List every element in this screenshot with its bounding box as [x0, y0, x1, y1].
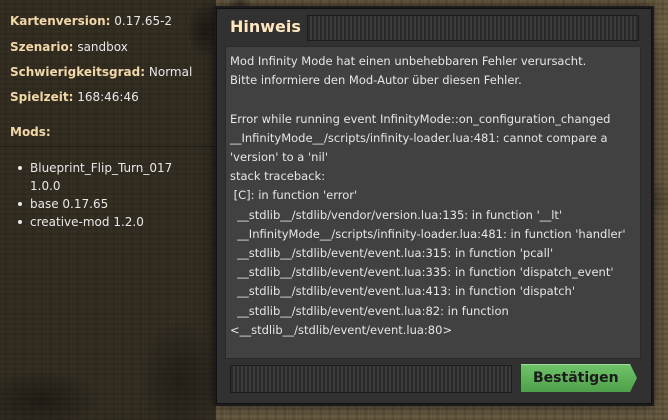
bullet-icon: [18, 220, 22, 224]
mod-list-item: base 0.17.65: [18, 195, 172, 213]
mod-list-item: Blueprint_Flip_Turn_017 1.0.0: [18, 159, 172, 195]
mod-list: Blueprint_Flip_Turn_017 1.0.0 base 0.17.…: [18, 159, 172, 231]
title-drag-handle[interactable]: [307, 15, 639, 41]
dialog-message-area: Mod Infinity Mode hat einen unbehebbaren…: [225, 46, 641, 359]
scenario-row: Szenario: sandbox: [10, 40, 128, 54]
scenario-value: sandbox: [77, 40, 128, 54]
mods-heading: Mods:: [10, 125, 51, 139]
playtime-value: 168:46:46: [77, 90, 139, 104]
difficulty-row: Schwierigkeitsgrad: Normal: [10, 65, 192, 79]
mod-list-item: creative-mod 1.2.0: [18, 213, 172, 231]
map-version-label: Kartenversion:: [10, 14, 111, 28]
mod-name: creative-mod 1.2.0: [30, 215, 144, 229]
bullet-icon: [18, 166, 22, 170]
dialog-title: Hinweis: [230, 17, 301, 36]
scenario-label: Szenario:: [10, 40, 74, 54]
save-info-panel: Kartenversion: 0.17.65-2 Szenario: sandb…: [0, 0, 216, 420]
error-message-text: Mod Infinity Mode hat einen unbehebbaren…: [230, 54, 626, 337]
map-version-row: Kartenversion: 0.17.65-2: [10, 14, 172, 28]
playtime-row: Spielzeit: 168:46:46: [10, 90, 139, 104]
bullet-icon: [18, 202, 22, 206]
mod-version: 1.0.0: [30, 179, 61, 193]
mod-name: base 0.17.65: [30, 197, 109, 211]
difficulty-value: Normal: [148, 65, 193, 79]
mods-divider: [0, 146, 216, 147]
footer-drag-handle: [230, 365, 512, 393]
mod-name: Blueprint_Flip_Turn_017: [30, 161, 173, 175]
confirm-button[interactable]: Bestätigen: [521, 364, 637, 392]
map-version-value: 0.17.65-2: [114, 14, 173, 28]
error-dialog: Hinweis Mod Infinity Mode hat einen unbe…: [216, 8, 652, 404]
difficulty-label: Schwierigkeitsgrad:: [10, 65, 146, 79]
playtime-label: Spielzeit:: [10, 90, 74, 104]
